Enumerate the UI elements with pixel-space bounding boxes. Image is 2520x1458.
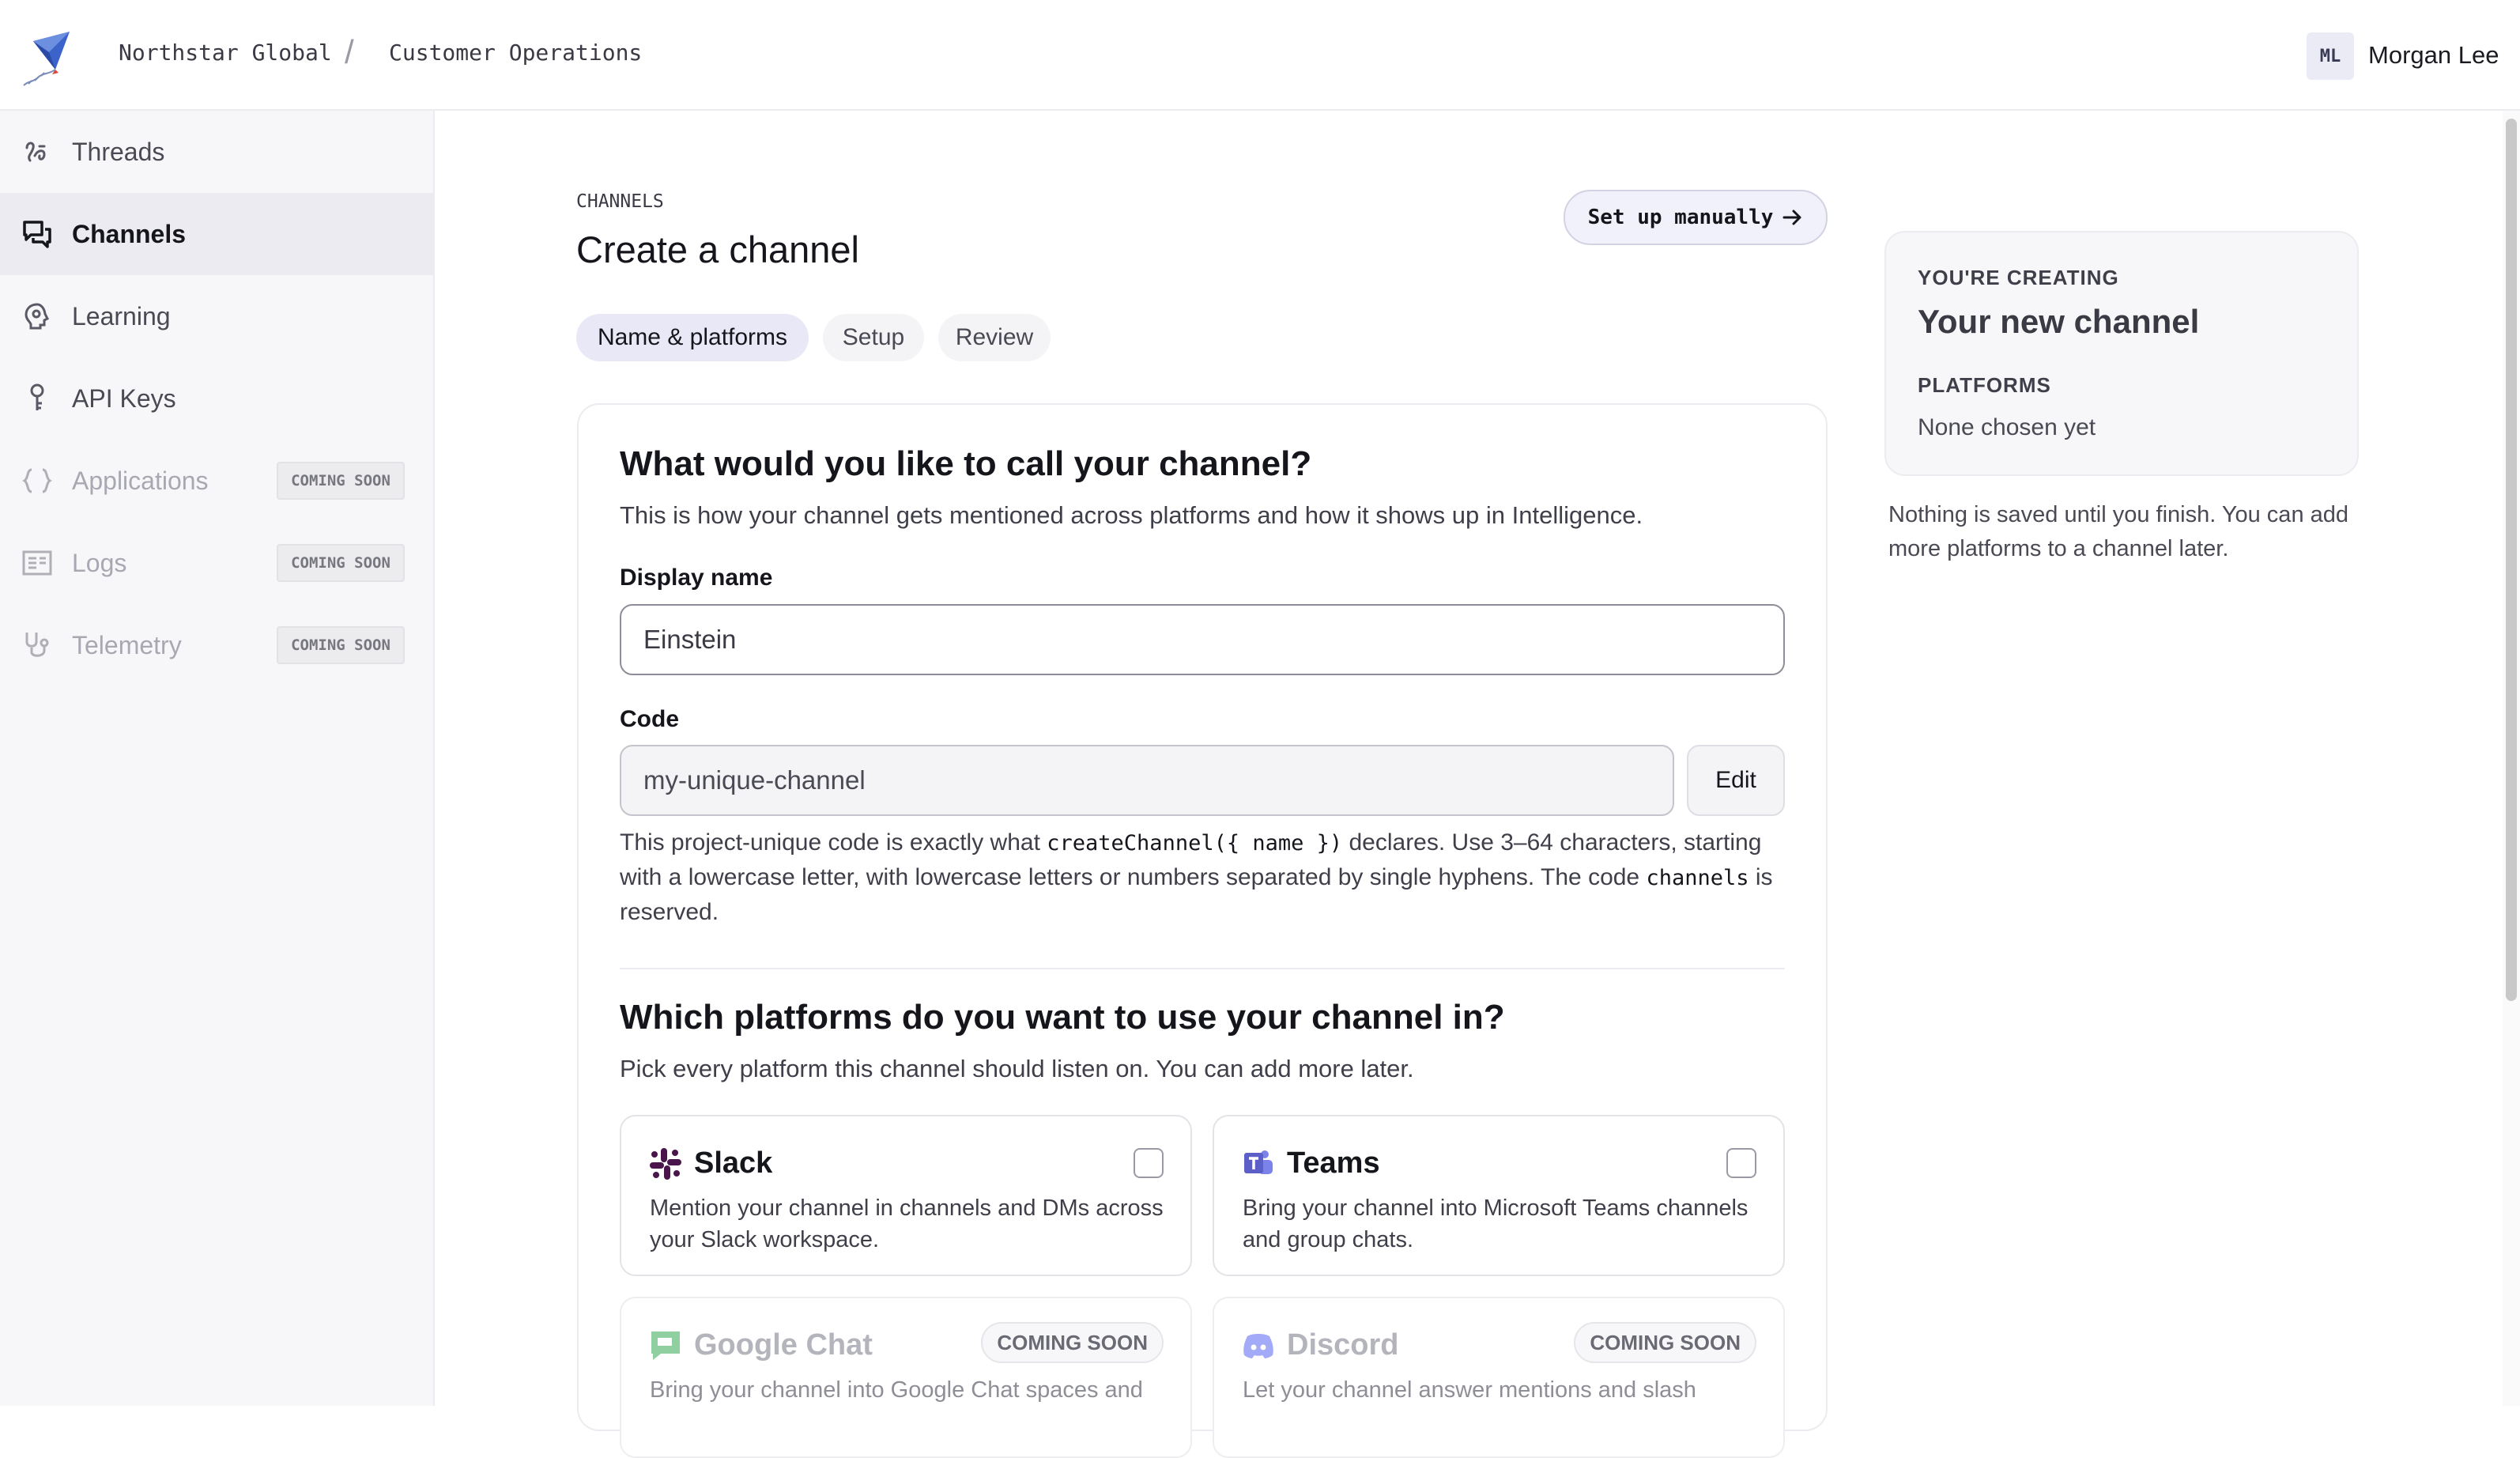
- coming-soon-badge: COMING SOON: [981, 1322, 1164, 1363]
- sidebar-item-threads[interactable]: Threads: [0, 111, 433, 193]
- threads-icon: [21, 135, 54, 168]
- top-bar: Northstar Global / Customer Operations M…: [0, 0, 2520, 111]
- step-review[interactable]: Review: [938, 314, 1051, 361]
- arrow-right-icon: [1782, 210, 1801, 225]
- platform-description: Bring your channel into Microsoft Teams …: [1243, 1195, 1749, 1252]
- breadcrumb-org[interactable]: Northstar Global: [119, 40, 332, 66]
- platform-description: Mention your channel in channels and DMs…: [650, 1195, 1164, 1252]
- coming-soon-badge: COMING SOON: [277, 544, 405, 582]
- summary-eyebrow: YOU'RE CREATING: [1918, 266, 2119, 289]
- code-label: Code: [620, 706, 679, 732]
- platform-card-slack[interactable]: Slack Mention your channel in channels a…: [620, 1115, 1192, 1276]
- slack-icon: [650, 1148, 681, 1180]
- name-description: This is how your channel gets mentioned …: [620, 501, 1643, 529]
- help-code-create-channel: createChannel({ name }): [1047, 831, 1343, 856]
- platform-description: Let your channel answer mentions and sla…: [1243, 1377, 1696, 1403]
- stethoscope-icon: [21, 629, 54, 662]
- app-root: Northstar Global / Customer Operations M…: [0, 0, 2520, 1458]
- platform-description: Bring your channel into Google Chat spac…: [650, 1377, 1143, 1403]
- platforms-description: Pick every platform this channel should …: [620, 1055, 1414, 1082]
- sidebar-item-label: Telemetry: [72, 630, 182, 659]
- platform-checkbox-teams[interactable]: [1726, 1148, 1756, 1178]
- sidebar-item-api-keys[interactable]: API Keys: [0, 357, 433, 440]
- summary-title: Your new channel: [1918, 303, 2200, 340]
- sidebar-item-label: Threads: [72, 137, 165, 166]
- platform-name: Slack: [694, 1146, 773, 1180]
- avatar[interactable]: ML: [2307, 32, 2354, 80]
- sidebar-item-applications: Applications COMING SOON: [0, 440, 433, 522]
- display-name-label: Display name: [620, 565, 773, 591]
- code-help-text: This project-unique code is exactly what…: [620, 825, 1790, 929]
- sidebar-item-channels[interactable]: Channels: [0, 193, 433, 275]
- section-divider: [620, 968, 1785, 969]
- set-up-manually-button[interactable]: Set up manually: [1564, 190, 1828, 245]
- platform-card-google-chat: Google Chat COMING SOON Bring your chann…: [620, 1297, 1192, 1458]
- sidebar-item-learning[interactable]: Learning: [0, 275, 433, 357]
- discord-icon: [1243, 1334, 1273, 1358]
- display-name-input[interactable]: Einstein: [620, 604, 1785, 675]
- summary-note: Nothing is saved until you finish. You c…: [1888, 502, 2349, 561]
- code-input[interactable]: my-unique-channel: [620, 745, 1674, 816]
- edit-code-button[interactable]: Edit: [1687, 745, 1785, 816]
- curly-braces-icon: [21, 464, 54, 497]
- platforms-heading: Which platforms do you want to use your …: [620, 998, 1505, 1037]
- summary-platforms-value: None chosen yet: [1918, 414, 2096, 440]
- brain-icon: [21, 300, 54, 333]
- step-name-platforms[interactable]: Name & platforms: [576, 314, 809, 361]
- summary-platforms-label: PLATFORMS: [1918, 373, 2051, 397]
- coming-soon-badge: COMING SOON: [277, 626, 405, 664]
- platform-checkbox-slack[interactable]: [1134, 1148, 1164, 1178]
- step-setup[interactable]: Setup: [823, 314, 924, 361]
- help-text-part: This project-unique code is exactly what: [620, 829, 1047, 856]
- breadcrumb-separator: /: [345, 33, 354, 70]
- sidebar-item-label: API Keys: [72, 383, 176, 413]
- sidebar-item-label: Channels: [72, 219, 187, 248]
- sidebar-item-telemetry: Telemetry COMING SOON: [0, 604, 433, 686]
- platform-name: Discord: [1287, 1328, 1399, 1362]
- sidebar-item-label: Learning: [72, 301, 171, 331]
- kite-logo-icon[interactable]: [17, 25, 77, 87]
- log-list-icon: [21, 546, 54, 580]
- platform-name: Teams: [1287, 1146, 1380, 1180]
- sidebar-item-logs: Logs COMING SOON: [0, 522, 433, 604]
- breadcrumb-team[interactable]: Customer Operations: [389, 40, 642, 66]
- page-title: Create a channel: [576, 229, 859, 270]
- help-code-channels: channels: [1646, 866, 1749, 890]
- sidebar-item-label: Applications: [72, 466, 209, 495]
- platform-name: Google Chat: [694, 1328, 873, 1362]
- coming-soon-badge: COMING SOON: [277, 462, 405, 500]
- platform-card-discord: Discord COMING SOON Let your channel ans…: [1213, 1297, 1785, 1458]
- scrollbar-thumb[interactable]: [2506, 119, 2517, 1001]
- set-up-manually-label: Set up manually: [1587, 206, 1774, 229]
- sidebar: Threads Channels Learning API Keys Appli…: [0, 111, 435, 1406]
- coming-soon-badge: COMING SOON: [1574, 1322, 1756, 1363]
- google-chat-icon: [651, 1331, 680, 1360]
- name-heading: What would you like to call your channel…: [620, 444, 1312, 483]
- chat-bubbles-icon: [21, 217, 54, 251]
- key-icon: [21, 382, 54, 415]
- sidebar-item-label: Logs: [72, 548, 127, 577]
- platform-card-teams[interactable]: Teams Bring your channel into Microsoft …: [1213, 1115, 1785, 1276]
- teams-icon: [1244, 1150, 1273, 1174]
- user-name[interactable]: Morgan Lee: [2368, 41, 2499, 70]
- page-eyebrow: CHANNELS: [576, 191, 664, 212]
